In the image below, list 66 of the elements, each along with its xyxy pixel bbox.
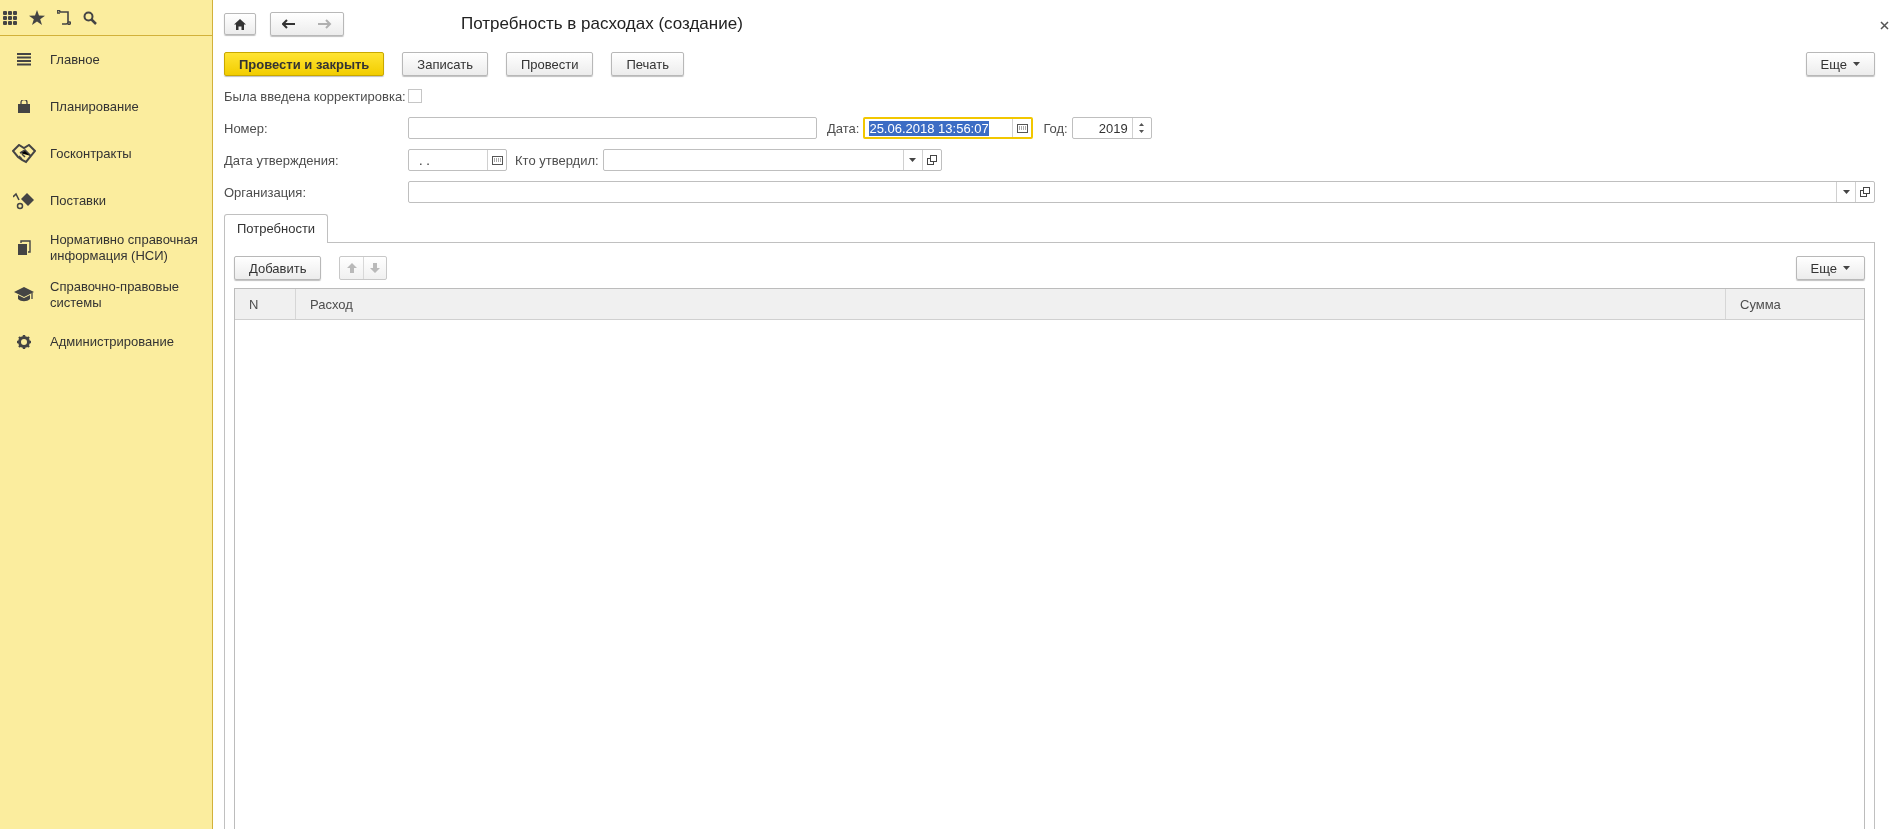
- field-label: Дата утверждения:: [224, 152, 340, 168]
- field-label: Дата:: [827, 120, 860, 136]
- handshake-icon: [12, 143, 36, 164]
- star-icon[interactable]: [29, 10, 45, 25]
- toolbar-button[interactable]: Печать: [611, 52, 684, 76]
- more-button[interactable]: Еще: [1795, 256, 1865, 280]
- sidebar-item-label: Планирование: [50, 98, 140, 115]
- field-label: Была введена корректировка:: [224, 88, 406, 104]
- sidebar-item-label: Нормативно справочная информация (НСИ): [50, 231, 199, 264]
- sidebar-item-label: Главное: [50, 51, 101, 68]
- field-label: Организация:: [224, 184, 308, 200]
- date-field[interactable]: 25.06.2018 13:56:07: [863, 117, 1034, 139]
- up-arrow-icon: [346, 263, 357, 273]
- field-label: Кто утвердил:: [515, 152, 599, 168]
- list-icon: [17, 53, 31, 66]
- down-arrow-icon: [370, 263, 381, 273]
- sidebar-item[interactable]: Нормативно справочная информация (НСИ): [0, 224, 212, 271]
- toolbar-button[interactable]: Провести: [505, 52, 594, 76]
- right-arrow-icon: [318, 19, 332, 29]
- field-label: Год:: [1043, 120, 1068, 136]
- bag-icon: [18, 100, 30, 113]
- sidebar-item-label: Администрирование: [50, 333, 175, 350]
- more-button[interactable]: Еще: [1805, 52, 1875, 76]
- calendar-icon: [1016, 123, 1028, 133]
- home-icon: [234, 18, 246, 30]
- approver-field[interactable]: [602, 149, 942, 171]
- column-header[interactable]: Сумма: [1726, 289, 1864, 319]
- left-arrow-icon: [282, 19, 296, 29]
- apps-grid-icon[interactable]: [3, 10, 17, 25]
- search-icon[interactable]: [83, 10, 97, 25]
- graduation-cap-icon: [14, 287, 34, 302]
- gear-icon: [17, 334, 31, 349]
- caret-icon: [1853, 62, 1860, 66]
- add-button[interactable]: Добавить: [234, 256, 322, 280]
- sidebar-item[interactable]: Поставки: [0, 177, 212, 224]
- close-icon: [1880, 21, 1889, 30]
- column-header[interactable]: N: [235, 289, 296, 319]
- calendar-button[interactable]: [487, 150, 506, 170]
- open-icon: [1860, 187, 1870, 197]
- field-label: Номер:: [224, 120, 269, 136]
- dropdown-icon: [1842, 190, 1850, 194]
- documents-icon: [17, 240, 31, 255]
- sidebar-item[interactable]: Планирование: [0, 83, 212, 130]
- sidebar-item[interactable]: Администрирование: [0, 318, 212, 365]
- toolbar-button[interactable]: Записать: [402, 52, 488, 76]
- date-field[interactable]: . .: [408, 149, 507, 171]
- post-and-close-button[interactable]: Провести и закрыть: [224, 52, 385, 76]
- sidebar-item[interactable]: Справочно-правовые системы: [0, 271, 212, 318]
- caret-icon: [1843, 266, 1850, 270]
- calendar-icon: [491, 155, 503, 165]
- column-header[interactable]: Расход: [296, 289, 1726, 319]
- organization-field[interactable]: [408, 181, 1875, 203]
- sidebar-item[interactable]: Главное: [0, 36, 212, 83]
- open-icon: [926, 155, 937, 165]
- sidebar-item[interactable]: Госконтракты: [0, 130, 212, 177]
- tab[interactable]: Потребности: [224, 214, 329, 243]
- home-button[interactable]: [224, 13, 256, 35]
- sidebar-item-label: Справочно-правовые системы: [50, 278, 181, 311]
- number-field[interactable]: [408, 117, 817, 139]
- year-field[interactable]: 2019: [1071, 117, 1152, 139]
- spin-icon: [1139, 122, 1145, 134]
- dropdown-icon: [909, 158, 917, 162]
- sidebar-item-label: Госконтракты: [50, 145, 133, 162]
- sidebar-item-label: Поставки: [50, 192, 107, 209]
- checkbox[interactable]: [407, 89, 422, 103]
- window-title: Потребность в расходах (создание): [461, 14, 743, 34]
